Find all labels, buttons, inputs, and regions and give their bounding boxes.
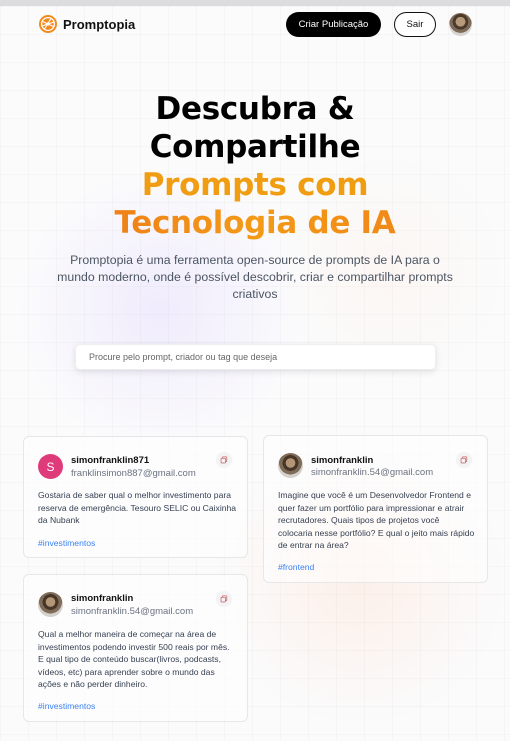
card-tag[interactable]: #investimentos [38, 701, 95, 711]
search-input[interactable] [75, 344, 436, 370]
brand-name: Promptopia [63, 16, 136, 32]
card-username[interactable]: simonfranklin871 [71, 455, 149, 466]
logo-icon [39, 15, 57, 33]
page-title: Descubra & Compartilhe Prompts com Tecno… [0, 90, 510, 242]
brand-link[interactable]: Promptopia [38, 14, 135, 34]
headline-line-1: Descubra & [155, 91, 355, 127]
hero-section: Descubra & Compartilhe Prompts com Tecno… [0, 90, 510, 301]
create-post-button[interactable]: Criar Publicação [286, 12, 381, 37]
copy-button[interactable] [456, 452, 472, 468]
profile-avatar[interactable] [449, 13, 472, 36]
copy-button[interactable] [216, 452, 232, 468]
sign-out-button[interactable]: Sair [394, 12, 436, 37]
navbar: Promptopia Criar Publicação Sair [38, 12, 474, 38]
card-tag[interactable]: #investimentos [38, 538, 95, 548]
card-email: simonfranklin.54@gmail.com [71, 606, 194, 617]
copy-icon [220, 595, 228, 603]
prompt-card[interactable]: S simonfranklin871 franklinsimon887@gmai… [23, 436, 248, 558]
card-prompt-text: Qual a melhor maneira de começar na área… [38, 629, 230, 689]
card-email: franklinsimon887@gmail.com [71, 468, 196, 479]
headline-line-2: Compartilhe [149, 129, 361, 165]
copy-icon [460, 456, 468, 464]
prompt-card[interactable]: simonfranklin simonfranklin.54@gmail.com… [263, 435, 488, 583]
user-avatar[interactable]: S [38, 454, 63, 479]
headline-line-4: Tecnologia de IA [0, 204, 510, 242]
hero-subtitle: Promptopia é uma ferramenta open-source … [57, 253, 453, 301]
card-username[interactable]: simonfranklin [311, 455, 373, 466]
card-email: simonfranklin.54@gmail.com [311, 467, 434, 478]
copy-button[interactable] [216, 591, 232, 607]
headline-line-3: Prompts com [141, 167, 369, 203]
copy-icon [220, 456, 228, 464]
card-tag[interactable]: #frontend [278, 562, 314, 572]
card-username[interactable]: simonfranklin [71, 593, 133, 604]
prompt-card[interactable]: simonfranklin simonfranklin.54@gmail.com… [23, 574, 248, 722]
user-avatar[interactable] [38, 592, 63, 617]
card-prompt-text: Imagine que você é um Desenvolvedor Fron… [278, 490, 475, 550]
card-prompt-text: Gostaria de saber qual o melhor investim… [38, 490, 237, 525]
user-avatar[interactable] [278, 453, 303, 478]
